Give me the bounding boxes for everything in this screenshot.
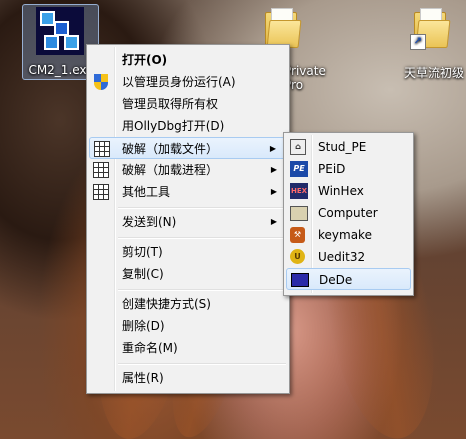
dede-icon <box>291 273 309 287</box>
uac-shield-icon <box>94 74 108 90</box>
cm2-app-icon <box>36 7 84 55</box>
grid-icon <box>93 184 109 200</box>
submenu-item-keymake[interactable]: ⚒ keymake <box>286 224 411 246</box>
grid-icon <box>94 141 110 157</box>
menu-item-properties[interactable]: 属性(R) <box>89 367 287 389</box>
keymake-icon: ⚒ <box>290 227 305 243</box>
submenu-item-winhex[interactable]: HEX WinHex <box>286 180 411 202</box>
folder-icon <box>265 8 302 48</box>
submenu-item-computer[interactable]: Computer <box>286 202 411 224</box>
submenu-arrow-icon: ▶ <box>270 187 277 196</box>
submenu-item-dede[interactable]: DeDe <box>286 268 411 290</box>
menu-item-crack-load-process[interactable]: 破解（加载进程） ▶ <box>89 159 287 181</box>
grid-icon <box>93 162 109 178</box>
submenu-item-peid[interactable]: PE PEiD <box>286 158 411 180</box>
computer-icon <box>290 206 308 221</box>
menu-item-create-shortcut[interactable]: 创建快捷方式(S) <box>89 293 287 315</box>
menu-item-run-as-admin[interactable]: 以管理员身份运行(A) <box>89 71 287 93</box>
desktop-icon-tiancao[interactable]: ↗ 天草流初级 <box>398 6 466 86</box>
menu-separator <box>118 207 286 209</box>
submenu-arrow-icon: ▶ <box>269 144 276 153</box>
menu-item-open-ollydbg[interactable]: 用OllyDbg打开(D) <box>89 115 287 137</box>
stud-pe-icon: ⌂ <box>290 139 306 155</box>
menu-item-crack-load-file[interactable]: 破解（加载文件） ▶ <box>89 137 287 159</box>
winhex-icon: HEX <box>290 183 308 199</box>
submenu-arrow-icon: ▶ <box>270 165 277 174</box>
shortcut-arrow-icon: ↗ <box>410 34 426 50</box>
submenu-crack-load-file: ⌂ Stud_PE PE PEiD HEX WinHex Computer ⚒ … <box>283 132 414 296</box>
menu-separator <box>118 237 286 239</box>
menu-separator <box>118 363 286 365</box>
menu-separator <box>118 289 286 291</box>
menu-item-other-tools[interactable]: 其他工具 ▶ <box>89 181 287 203</box>
menu-item-delete[interactable]: 删除(D) <box>89 315 287 337</box>
menu-item-copy[interactable]: 复制(C) <box>89 263 287 285</box>
uedit32-icon: U <box>290 249 305 264</box>
desktop-icon-label: 天草流初级 <box>404 66 465 80</box>
menu-item-cut[interactable]: 剪切(T) <box>89 241 287 263</box>
folder-shortcut-icon: ↗ <box>410 8 451 50</box>
menu-item-take-ownership[interactable]: 管理员取得所有权 <box>89 93 287 115</box>
menu-item-send-to[interactable]: 发送到(N) ▶ <box>89 211 287 233</box>
submenu-item-uedit32[interactable]: U Uedit32 <box>286 246 411 268</box>
menu-item-open[interactable]: 打开(O) <box>89 49 287 71</box>
menu-item-rename[interactable]: 重命名(M) <box>89 337 287 359</box>
peid-icon: PE <box>290 161 308 177</box>
context-menu: 打开(O) 以管理员身份运行(A) 管理员取得所有权 用OllyDbg打开(D)… <box>86 44 290 394</box>
submenu-arrow-icon: ▶ <box>270 217 277 226</box>
submenu-item-stud-pe[interactable]: ⌂ Stud_PE <box>286 136 411 158</box>
